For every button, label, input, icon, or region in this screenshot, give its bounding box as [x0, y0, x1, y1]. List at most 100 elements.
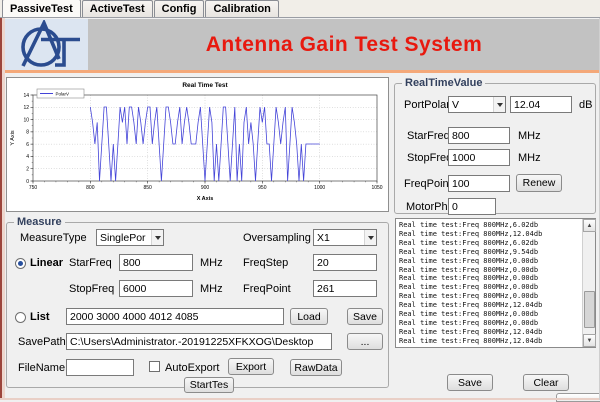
renew-button[interactable]: Renew [516, 174, 562, 192]
scrollbar-thumb[interactable] [584, 291, 595, 328]
autoexport-checkbox[interactable] [149, 361, 160, 372]
rt-starfreq-input[interactable] [448, 127, 510, 144]
realtimevalue-group: RealTimeValue PortPolar V dB StarFreq MH… [394, 83, 596, 214]
log-line: Real time test:Freq 800MHz,12.04db [399, 328, 580, 337]
log-line: Real time test:Freq 800MHz,6.02db [399, 239, 580, 248]
scroll-up-icon[interactable]: ▲ [583, 219, 596, 232]
filename-input[interactable] [66, 359, 134, 376]
ms-freqpoint-label: FreqPoint [243, 283, 291, 295]
log-line: Real time test:Freq 800MHz,0.00db [399, 274, 580, 283]
svg-text:800: 800 [86, 185, 95, 191]
oversampling-label: Oversampling [243, 232, 311, 244]
freqstep-input[interactable] [313, 254, 377, 271]
ms-starfreq-label: StarFreq [69, 257, 112, 269]
tab-config-label: Config [162, 3, 197, 15]
export-button[interactable]: Export [228, 358, 274, 375]
log-line: Real time test:Freq 800MHz,0.00db [399, 292, 580, 301]
chart-panel: Real Time Test75080085090095010001050024… [6, 77, 389, 212]
browse-button[interactable]: ... [347, 333, 383, 350]
tab-calibration[interactable]: Calibration [205, 0, 278, 17]
log-line: Real time test:Freq 800MHz,0.00db [399, 319, 580, 328]
motorphi-input[interactable] [448, 198, 496, 215]
oversampling-value: X1 [317, 232, 330, 244]
log-line: Real time test:Freq 800MHz,12.04db [399, 230, 580, 239]
agt-logo-icon [8, 20, 86, 69]
list-input[interactable] [66, 308, 284, 325]
header-divider [0, 70, 600, 73]
measure-group-label: Measure [14, 216, 65, 229]
measure-group: Measure MeasureType SinglePor Oversampli… [6, 222, 389, 388]
svg-text:14: 14 [23, 93, 29, 99]
log-save-button[interactable]: Save [447, 374, 493, 391]
log-scrollbar[interactable]: ▲ ▼ [582, 219, 595, 347]
rt-stopfreq-label: StopFreq [407, 152, 452, 164]
save-list-button[interactable]: Save [347, 308, 383, 325]
svg-text:2: 2 [26, 167, 29, 173]
linear-label: Linear [30, 257, 63, 269]
log-line: Real time test:Freq 800MHz,9.54db [399, 248, 580, 257]
svg-text:10: 10 [23, 117, 29, 123]
ms-starfreq-unit: MHz [200, 257, 223, 269]
log-line: Real time test:Freq 800MHz,0.00db [399, 266, 580, 275]
db-unit-label: dB [579, 99, 592, 111]
load-button[interactable]: Load [290, 308, 328, 325]
svg-text:Y Axis: Y Axis [10, 130, 16, 145]
tab-config[interactable]: Config [154, 0, 205, 17]
svg-text:900: 900 [201, 185, 210, 191]
rawdata-button[interactable]: RawData [290, 359, 342, 376]
rt-freqpoint-label: FreqPoint [404, 178, 452, 190]
log-clear-button[interactable]: Clear [523, 374, 569, 391]
portpolar-value: V [452, 99, 459, 111]
svg-text:Real Time Test: Real Time Test [182, 82, 228, 89]
oversampling-dropdown[interactable]: X1 [313, 229, 377, 246]
level-input[interactable] [510, 96, 572, 113]
app-title: Antenna Gain Test System [206, 33, 483, 57]
savepath-input[interactable] [66, 333, 332, 350]
list-radio[interactable] [15, 312, 26, 323]
chevron-down-icon [364, 230, 376, 245]
svg-text:PolarV: PolarV [56, 92, 70, 97]
rt-stopfreq-input[interactable] [448, 149, 510, 166]
svg-text:12: 12 [23, 105, 29, 111]
header-banner: Antenna Gain Test System [88, 19, 600, 70]
savepath-label: SavePath [18, 336, 66, 348]
portpolar-dropdown[interactable]: V [448, 96, 506, 113]
log-line: Real time test:Freq 800MHz,0.00db [399, 283, 580, 292]
svg-text:950: 950 [258, 185, 267, 191]
svg-text:8: 8 [26, 130, 29, 136]
ms-freqpoint-input[interactable] [313, 280, 377, 297]
tab-activetest-label: ActiveTest [90, 3, 145, 15]
realtime-chart: Real Time Test75080085090095010001050024… [7, 78, 388, 211]
tab-passivetest[interactable]: PassiveTest [2, 0, 81, 17]
ms-starfreq-input[interactable] [119, 254, 193, 271]
log-list-lines: Real time test:Freq 800MHz,6.02dbReal ti… [399, 221, 580, 346]
log-line: Real time test:Freq 800MHz,0.00db [399, 257, 580, 266]
rt-starfreq-unit: MHz [518, 130, 541, 142]
measuretype-dropdown[interactable]: SinglePor [96, 229, 164, 246]
svg-text:1050: 1050 [371, 185, 382, 191]
log-list[interactable]: Real time test:Freq 800MHz,6.02dbReal ti… [395, 218, 596, 348]
rt-freqpoint-input[interactable] [448, 175, 510, 192]
chevron-down-icon [151, 230, 163, 245]
rt-starfreq-label: StarFreq [407, 130, 450, 142]
tab-strip: PassiveTest ActiveTest Config Calibratio… [0, 0, 600, 18]
svg-text:4: 4 [26, 154, 29, 160]
freqstep-label: FreqStep [243, 257, 288, 269]
starttest-button[interactable]: StartTes [184, 377, 234, 393]
filename-label: FileName [18, 362, 65, 374]
chevron-down-icon [493, 97, 505, 112]
ms-stopfreq-input[interactable] [119, 280, 193, 297]
list-label: List [30, 311, 50, 323]
svg-text:6: 6 [26, 142, 29, 148]
window-frame-left-inner [2, 18, 5, 400]
portpolar-label: PortPolar [404, 99, 450, 111]
linear-radio[interactable] [15, 258, 26, 269]
measuretype-label: MeasureType [20, 232, 87, 244]
scroll-down-icon[interactable]: ▼ [583, 334, 596, 347]
app-logo [5, 19, 88, 70]
svg-text:X Axis: X Axis [197, 196, 214, 202]
tab-activetest[interactable]: ActiveTest [82, 0, 153, 17]
log-line: Real time test:Freq 800MHz,6.02db [399, 221, 580, 230]
log-line: Real time test:Freq 800MHz,12.04db [399, 337, 580, 346]
motorphi-label: MotorPhi [406, 201, 450, 213]
